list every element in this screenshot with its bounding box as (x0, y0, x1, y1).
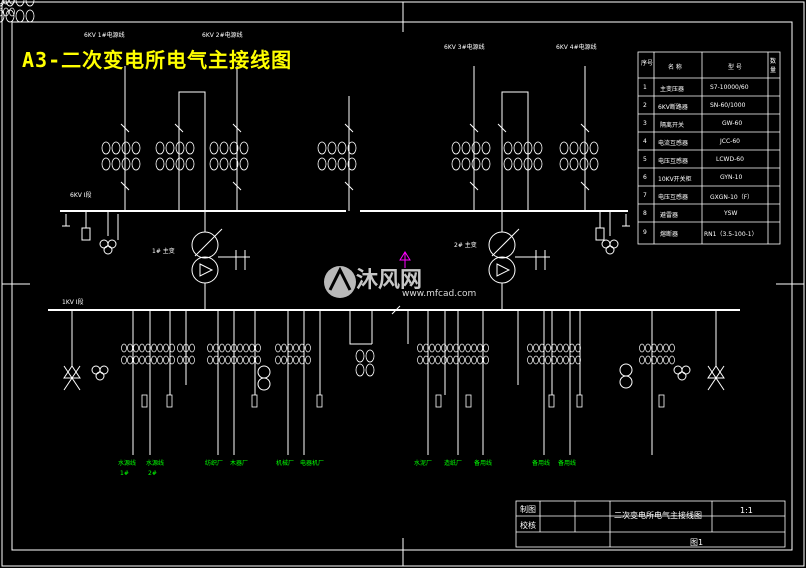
main-transformer-2 (488, 211, 550, 310)
table-header-model: 型 号 (728, 64, 742, 71)
feeder-label: 电器机厂 (300, 460, 325, 467)
feeder-label: 备用线 (558, 460, 577, 467)
transformer-1-label: 1# 主变 (152, 248, 175, 255)
feeder-label: 水泥厂 (414, 460, 433, 467)
feeder-label: 备用线 (474, 460, 493, 467)
table-cell: 熔断器 (660, 231, 679, 238)
source-label-3: 6KV 3#电源线 (444, 44, 485, 51)
table-cell: 2 (643, 102, 647, 109)
lv-feeders (132, 305, 653, 455)
table-cell: GW-60 (722, 120, 743, 127)
table-cell: 电压互感器 (658, 158, 689, 165)
title-block-scale: 1:1 (740, 506, 753, 515)
hv-pt-right (595, 211, 630, 255)
table-header-qty: 数量 (770, 58, 777, 74)
table-cell: 1 (643, 84, 647, 91)
title-block-sheet: 图1 (690, 538, 704, 547)
title-block-drawn: 制图 (520, 505, 536, 514)
feeder-label: 机械厂 (276, 460, 295, 467)
source-label-1: 6KV 1#电源线 (84, 32, 125, 39)
main-transformer-1 (191, 211, 250, 310)
table-cell: S7-10000/60 (710, 84, 749, 91)
feeder-sub-label: 1# (120, 470, 129, 477)
lv-arresters (63, 310, 725, 391)
table-cell: GXGN-10（F） (710, 194, 754, 201)
source-label-4: 6KV 4#电源线 (556, 44, 597, 51)
table-cell: 8 (643, 210, 647, 217)
lv-bus-label: 1KV Ⅰ段 (62, 299, 84, 306)
hv-bus-label: 6KV Ⅰ段 (70, 192, 92, 199)
table-header-no: 序号 (641, 60, 654, 67)
table-cell: 避雷器 (660, 212, 679, 219)
title-block-checked: 校核 (520, 521, 536, 530)
watermark-url: www.mfcad.com (402, 289, 477, 299)
table-cell: 电压互感器 (658, 194, 689, 201)
feeder-resistors (141, 394, 665, 408)
transformer-2-label: 2# 主变 (454, 242, 477, 249)
drawing-title: A3-二次变电所电气主接线图 (22, 48, 293, 72)
hv-pt-left (62, 211, 119, 255)
table-cell: 6KV断路器 (658, 104, 688, 111)
table-cell: JCC-60 (720, 138, 740, 145)
table-header-name: 名 称 (668, 64, 682, 71)
table-cell: SN-60/1000 (710, 102, 746, 109)
source-label-2: 6KV 2#电源线 (202, 32, 243, 39)
table-cell: 主变压器 (660, 86, 685, 93)
feeder-label: 纺织厂 (205, 460, 224, 467)
table-cell: 隔离开关 (660, 122, 685, 129)
table-cell: 5 (643, 156, 647, 163)
table-cell: GYN-10 (720, 174, 743, 181)
feeder-sub-label: 2# (148, 470, 157, 477)
feeder-label: 水源线 (146, 460, 165, 467)
table-cell: LCWD-60 (716, 156, 744, 163)
table-cell: 3 (643, 120, 647, 127)
table-cell: 4 (643, 138, 647, 145)
feeder-label: 造纸厂 (444, 460, 463, 467)
table-cell: YSW (724, 210, 738, 217)
table-cell: 9 (643, 229, 647, 236)
title-block-name: 二次变电所电气主接线图 (614, 511, 702, 520)
current-transformer-groups (0, 0, 35, 23)
feeder-label: 水源线 (118, 460, 137, 467)
table-cell: 10KV开关柜 (658, 176, 692, 183)
table-cell: 6 (643, 174, 647, 181)
table-cell: RN1（3.5-100-1） (704, 231, 758, 238)
feeder-label: 备用线 (532, 460, 551, 467)
bus-tie-unit (355, 349, 375, 377)
table-cell: 7 (643, 192, 647, 199)
incoming-feeders (120, 66, 590, 211)
feeder-label: 木器厂 (230, 460, 249, 467)
table-cell: 电流互感器 (658, 140, 689, 147)
